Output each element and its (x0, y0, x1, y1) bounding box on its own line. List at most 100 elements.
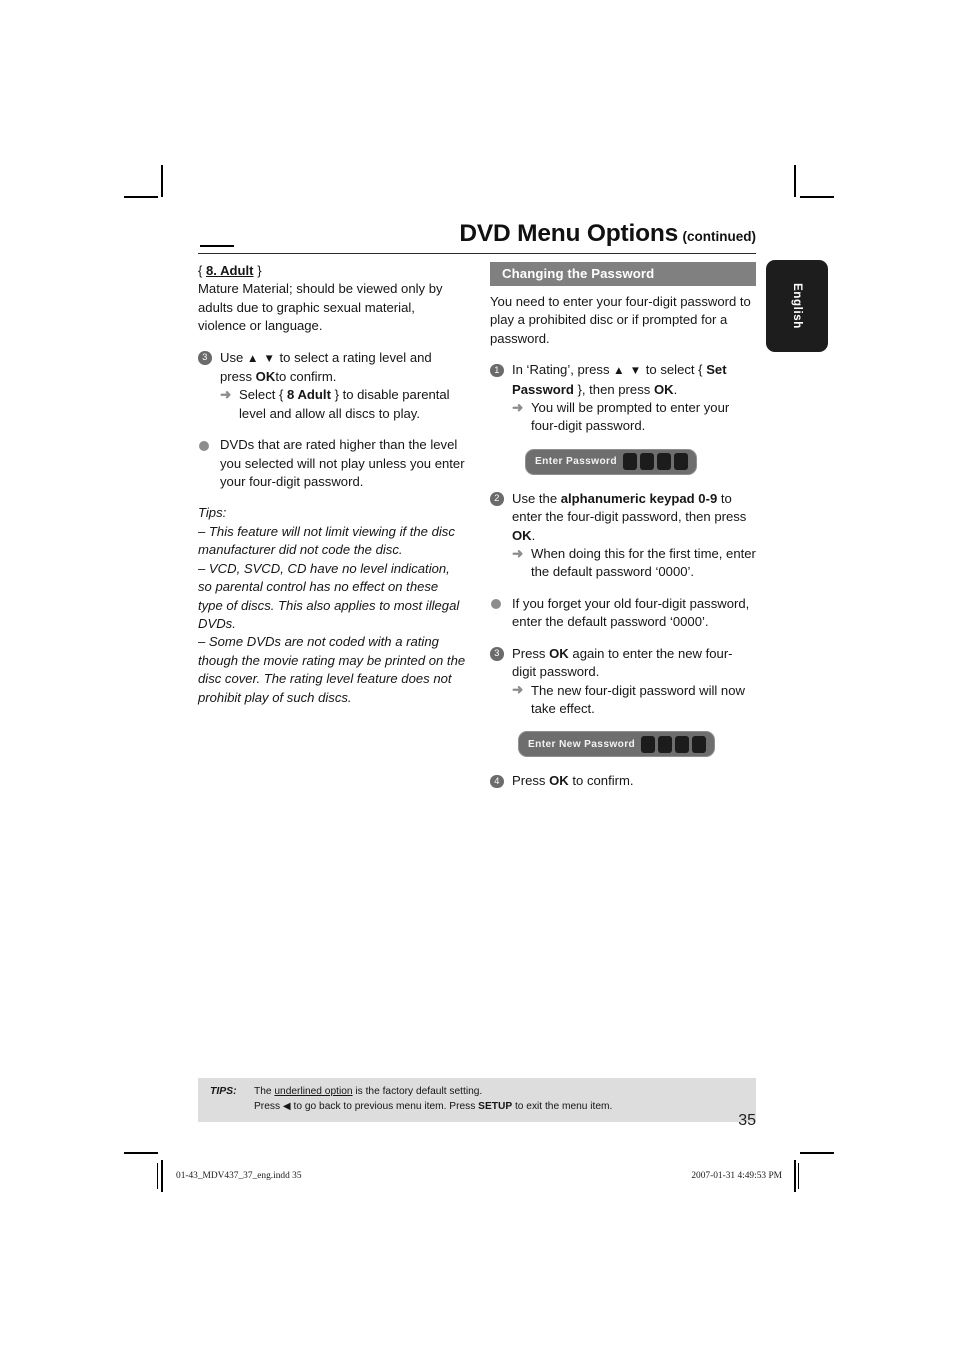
right-step-1: 1 In ‘Rating’, press ▲ ▼ to select { Set… (490, 361, 756, 436)
print-footer-filename: 01-43_MDV437_37_eng.indd 35 (176, 1171, 302, 1181)
page-number: 35 (738, 1112, 756, 1129)
enter-new-password-label: Enter New Password (528, 738, 636, 750)
left-note-bullet: DVDs that are rated higher than the leve… (198, 436, 466, 491)
step3-sub-bold: 8 Adult (287, 387, 331, 403)
crop-mark-top-right-vertical (794, 165, 796, 197)
password-digit-box[interactable] (692, 735, 707, 753)
arrow-right-icon: ➜ (512, 545, 524, 561)
right-column: Changing the Password You need to enter … (490, 262, 756, 804)
page-title: DVD Menu Options (continued) (198, 220, 757, 247)
header-divider (198, 253, 756, 255)
updown-triangle-icon: ▲ ▼ (246, 352, 276, 365)
step1-text-a: In ‘Rating’, press (512, 362, 610, 378)
crop-mark-bottom-left-horizontal (124, 1152, 158, 1154)
step3r-text-a: Press (512, 645, 546, 661)
enter-password-label: Enter Password (535, 456, 617, 468)
footer-tips-line-1: The underlined option is the factory def… (254, 1085, 756, 1100)
arrow-right-icon: ➜ (512, 399, 524, 415)
step-number-badge: 2 (490, 492, 504, 506)
right-forget-bullet-text: If you forget your old four-digit passwo… (512, 595, 750, 630)
footer-tips-label-spacer (198, 1100, 254, 1115)
step2-ok-key: OK (512, 527, 532, 543)
right-forget-bullet: If you forget your old four-digit passwo… (490, 595, 756, 632)
step2-keypad-label: alphanumeric keypad 0-9 (560, 490, 718, 506)
brace-close: } (257, 263, 262, 278)
step2-text-c: . (531, 527, 536, 543)
right-step-4: 4 Press OK to confirm. (490, 772, 756, 790)
updown-triangle-icon: ▲ ▼ (613, 365, 643, 378)
enter-password-boxes (622, 453, 691, 471)
password-digit-box[interactable] (656, 453, 671, 471)
step1-sub-text: You will be prompted to enter your four-… (531, 400, 730, 434)
language-tab: English (766, 260, 828, 352)
step3r-text-b: again to enter the new four-digit passwo… (512, 645, 733, 680)
step-number-badge: 4 (490, 774, 504, 789)
tips-line2-a: Press (254, 1100, 283, 1112)
page-title-continued: (continued) (682, 229, 757, 244)
print-footer: 01-43_MDV437_37_eng.indd 35 2007-01-31 4… (157, 1163, 799, 1189)
tips-heading: Tips: (198, 505, 227, 521)
left-step-3: 3 Use ▲ ▼ to select a rating level and p… (198, 349, 466, 424)
step-number-badge: 3 (198, 351, 212, 365)
left-note-bullet-text: DVDs that are rated higher than the leve… (220, 437, 465, 490)
password-digit-box[interactable] (675, 735, 690, 753)
bullet-dot-icon (491, 599, 501, 610)
enter-password-widget-wrap: Enter Password (525, 448, 756, 475)
password-digit-box[interactable] (622, 453, 637, 471)
left-step-3-sub: ➜ Select { 8 Adult } to disable parental… (220, 386, 466, 423)
page-title-main: DVD Menu Options (459, 220, 679, 247)
step2-text-a: Use the (512, 490, 558, 506)
password-digit-box[interactable] (639, 453, 654, 471)
right-step-2-sub: ➜ When doing this for the first time, en… (512, 545, 756, 582)
left-triangle-icon: ◀ (282, 1100, 291, 1112)
rating-option-heading: { 8. Adult } (198, 262, 466, 280)
tips-item: – VCD, SVCD, CD have no level indication… (198, 560, 460, 631)
footer-tips-row-1: TIPS: The underlined option is the facto… (198, 1085, 756, 1100)
step1-ok-key: OK (653, 381, 674, 397)
crop-mark-top-left-horizontal (124, 196, 158, 198)
password-digit-box[interactable] (673, 453, 688, 471)
step2-sub-text: When doing this for the first time, ente… (531, 546, 756, 580)
right-step-3: 3 Press OK again to enter the new four-d… (490, 645, 756, 719)
step4-text-b: to confirm. (572, 773, 634, 789)
step3-text-c: to confirm. (275, 369, 337, 385)
crop-mark-bottom-right-horizontal (800, 1152, 834, 1154)
enter-password-widget[interactable]: Enter Password (525, 448, 697, 475)
tips-item: – This feature will not limit viewing if… (198, 523, 455, 558)
step-number-badge: 3 (490, 647, 504, 661)
crop-mark-top-right-horizontal (800, 196, 834, 198)
step3r-sub-text: The new four-digit password will now tak… (531, 682, 745, 716)
step3-text-a: Use (220, 349, 244, 365)
step4-text-a: Press (512, 773, 546, 789)
tips-line1-b: is the factory default setting. (352, 1086, 483, 1097)
step3r-ok-key: OK (549, 645, 569, 661)
brace-open: { (198, 263, 203, 278)
tips-setup-key: SETUP (478, 1100, 513, 1112)
footer-tips-line-2: Press ◀ to go back to previous menu item… (254, 1100, 756, 1115)
password-digit-box[interactable] (641, 735, 656, 753)
step1-text-c: }, then press (577, 381, 651, 397)
print-footer-timestamp: 2007-01-31 4:49:53 PM (691, 1171, 782, 1181)
changing-password-intro: You need to enter your four-digit passwo… (490, 294, 751, 346)
right-step-3-sub: ➜ The new four-digit password will now t… (512, 682, 756, 719)
tips-line2-c: to exit the menu item. (512, 1100, 613, 1112)
rating-option-label: 8. Adult (206, 263, 254, 278)
crop-mark-top-left-vertical (161, 165, 163, 197)
enter-new-password-boxes (641, 735, 709, 753)
step3-sub-a: Select { (239, 387, 284, 403)
bullet-dot-icon (199, 440, 209, 451)
step1-text-b: to select { (645, 362, 703, 378)
tips-line1-a: The (254, 1086, 275, 1097)
language-tab-label: English (791, 283, 803, 329)
step4-ok-key: OK (549, 773, 569, 789)
tips-line2-b: to go back to previous menu item. Press (290, 1100, 479, 1112)
arrow-right-icon: ➜ (512, 682, 524, 697)
right-step-1-sub: ➜ You will be prompted to enter your fou… (512, 399, 756, 436)
arrow-right-icon: ➜ (220, 386, 232, 402)
tips-line1-underlined: underlined option (274, 1086, 353, 1097)
footer-tips-row-2: Press ◀ to go back to previous menu item… (198, 1100, 756, 1115)
step1-text-d: . (673, 381, 678, 397)
password-digit-box[interactable] (658, 735, 673, 753)
enter-new-password-widget[interactable]: Enter New Password (518, 731, 716, 758)
right-step-2: 2 Use the alphanumeric keypad 0-9 to ent… (490, 490, 756, 582)
